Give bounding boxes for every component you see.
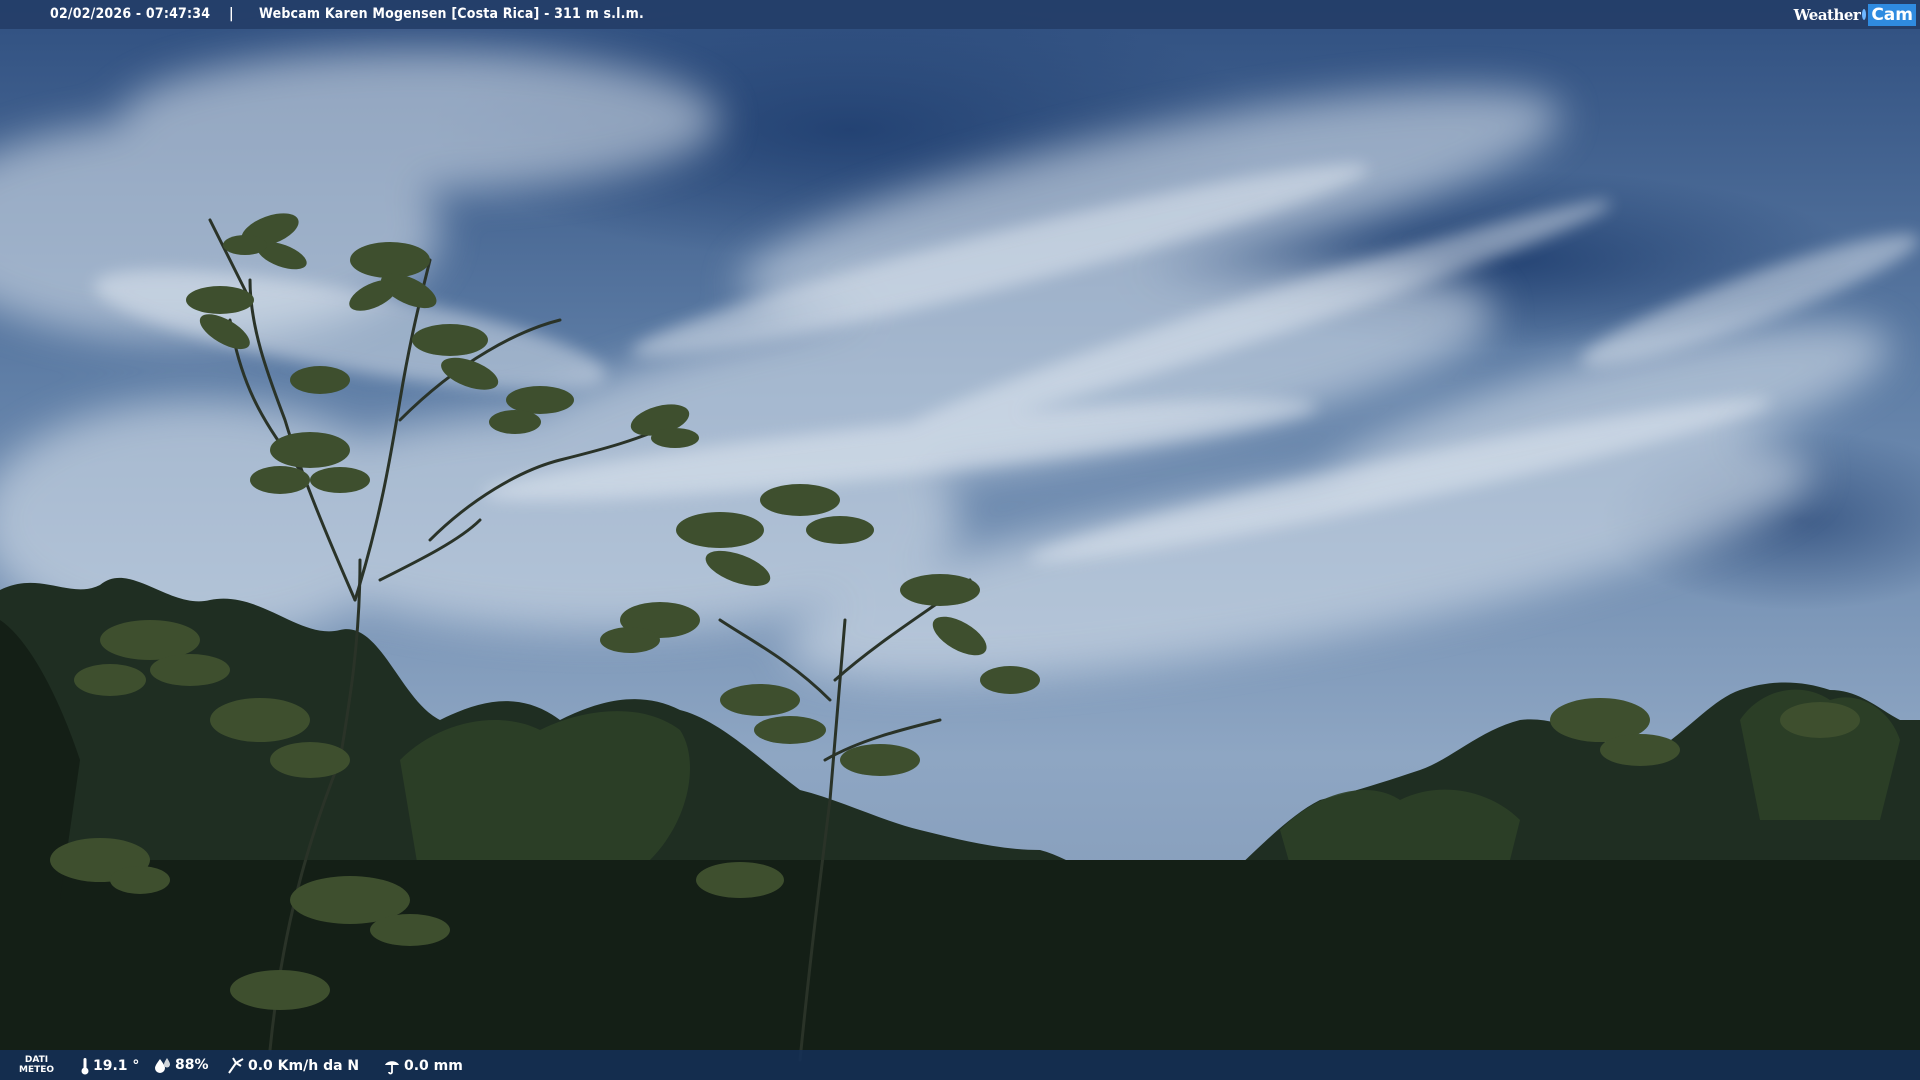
wind-readout: 0.0 Km/h da N — [227, 1057, 359, 1075]
rain-readout: 0.0 mm — [383, 1057, 463, 1075]
dati-meteo-label: DATI METEO — [19, 1055, 54, 1075]
webcam-title: Webcam Karen Mogensen [Costa Rica] - 311… — [259, 6, 644, 22]
wind-vane-icon — [228, 1057, 244, 1074]
temperature-readout: 19.1 ° — [80, 1057, 139, 1075]
humidity-value: 88% — [175, 1057, 209, 1073]
weather-data-bar: DATI METEO 19.1 ° 88% 0.0 Km/h da N 0.0 … — [0, 1050, 1920, 1080]
droplet-icon — [155, 1058, 170, 1073]
rain-value: 0.0 mm — [404, 1058, 463, 1074]
temperature-value: 19.1 ° — [93, 1058, 140, 1074]
header-separator: | — [229, 6, 234, 22]
humidity-readout: 88% — [154, 1057, 209, 1073]
logo-cam-text: Cam — [1868, 3, 1916, 26]
logo-dot-icon — [1862, 9, 1867, 20]
logo-weather-text: Weather — [1793, 5, 1861, 24]
thermometer-icon — [81, 1058, 89, 1075]
wind-value: 0.0 Km/h da N — [248, 1058, 360, 1074]
dati-label-line2: METEO — [19, 1065, 55, 1075]
webcam-image — [0, 0, 1920, 1080]
weathercam-logo[interactable]: Weather Cam — [1794, 0, 1920, 29]
header-bar: 02/02/2026 - 07:47:34 | Webcam Karen Mog… — [0, 0, 1920, 29]
timestamp: 02/02/2026 - 07:47:34 — [50, 6, 211, 22]
dati-label-line1: DATI — [24, 1055, 49, 1065]
rain-gauge-icon — [385, 1061, 399, 1075]
